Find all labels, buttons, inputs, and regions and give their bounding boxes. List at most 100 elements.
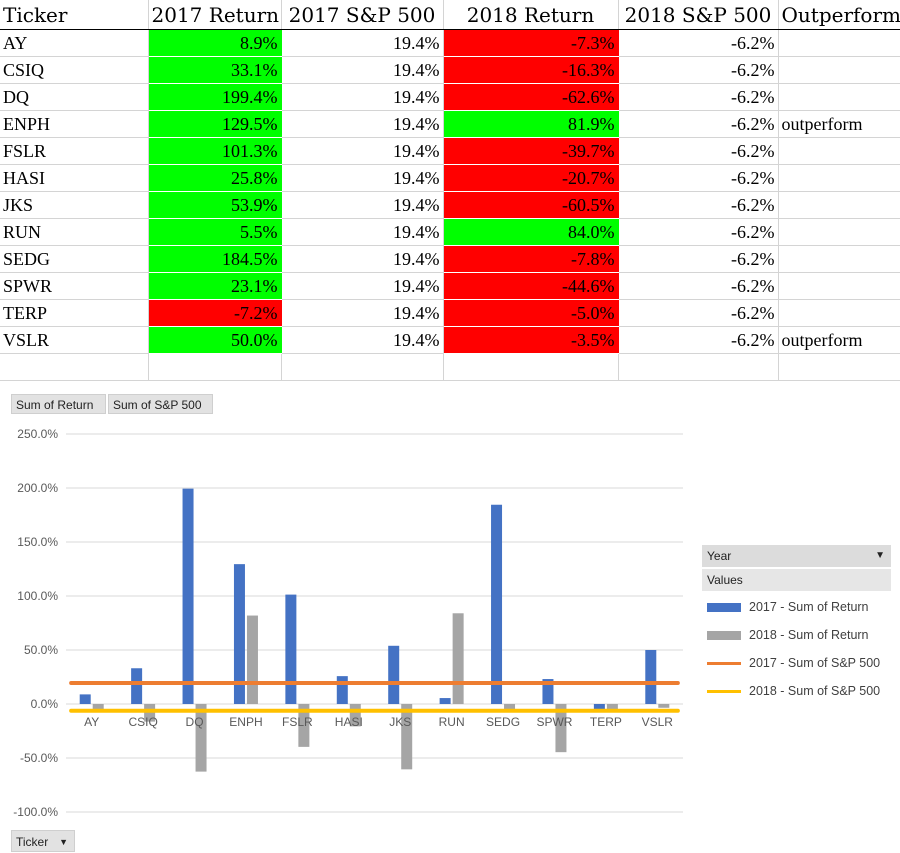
col-header-2018-return[interactable]: 2018 Return [443,0,619,30]
cell-2018-sp500[interactable]: -6.2% [618,164,779,192]
cell-2017-sp500[interactable]: 19.4% [281,245,444,273]
cell-2018-sp500[interactable]: -6.2% [618,272,779,300]
cell-ticker[interactable]: SPWR [0,272,149,300]
cell-2017-return[interactable]: -7.2% [148,299,282,327]
cell-2018-return[interactable]: -20.7% [443,164,619,192]
cell-2018-sp500[interactable]: -6.2% [618,83,779,111]
cell-2018-sp500[interactable]: -6.2% [618,56,779,84]
chevron-down-icon: ▼ [875,550,885,561]
cell-2018-return[interactable]: -7.3% [443,29,619,57]
bar-2017-return [439,698,451,704]
cell-2017-sp500[interactable]: 19.4% [281,326,444,354]
cell-outperform[interactable] [778,56,900,84]
y-tick-label: 100.0% [17,589,58,603]
col-header-2017-return[interactable]: 2017 Return [148,0,282,30]
cell-2018-return[interactable]: -39.7% [443,137,619,165]
cell-2017-sp500[interactable]: 19.4% [281,164,444,192]
cell-2017-return[interactable]: 101.3% [148,137,282,165]
cell-2017-return[interactable]: 53.9% [148,191,282,219]
cell-2018-sp500[interactable]: -6.2% [618,29,779,57]
cell-2017-sp500[interactable]: 19.4% [281,29,444,57]
legend-item: 2018 - Sum of Return [702,621,891,649]
cell-2018-return[interactable]: 81.9% [443,110,619,138]
cell-outperform[interactable] [778,245,900,273]
cell-2017-sp500[interactable]: 19.4% [281,137,444,165]
cell-2018-return[interactable]: -60.5% [443,191,619,219]
cell-2018-return[interactable]: 84.0% [443,218,619,246]
cell-ticker[interactable]: AY [0,29,149,57]
cell-2017-sp500[interactable]: 19.4% [281,110,444,138]
pivot-field-sum-of-return[interactable]: Sum of Return [11,394,106,414]
table-row: AY 8.9% 19.4% -7.3% -6.2% [0,29,900,57]
legend-field-year[interactable]: Year ▼ [702,545,891,567]
empty-cell[interactable] [778,353,900,381]
cell-2018-sp500[interactable]: -6.2% [618,326,779,354]
cell-2018-sp500[interactable]: -6.2% [618,110,779,138]
pivot-axis-field-ticker[interactable]: Ticker ▼ [11,830,75,852]
cell-ticker[interactable]: JKS [0,191,149,219]
table-row: VSLR 50.0% 19.4% -3.5% -6.2% outperform [0,326,900,354]
legend-item: 2018 - Sum of S&P 500 [702,677,891,705]
cell-outperform[interactable] [778,218,900,246]
cell-2017-sp500[interactable]: 19.4% [281,272,444,300]
cell-outperform[interactable] [778,191,900,219]
cell-ticker[interactable]: SEDG [0,245,149,273]
cell-2018-return[interactable]: -7.8% [443,245,619,273]
cell-2017-return[interactable]: 184.5% [148,245,282,273]
cell-2017-return[interactable]: 25.8% [148,164,282,192]
cell-2018-return[interactable]: -44.6% [443,272,619,300]
cell-ticker[interactable]: VSLR [0,326,149,354]
cell-2017-return[interactable]: 50.0% [148,326,282,354]
cell-ticker[interactable]: FSLR [0,137,149,165]
empty-cell[interactable] [618,353,779,381]
cell-2017-return[interactable]: 199.4% [148,83,282,111]
cell-2018-return[interactable]: -16.3% [443,56,619,84]
cell-2017-return[interactable]: 33.1% [148,56,282,84]
cell-outperform[interactable] [778,29,900,57]
cell-ticker[interactable]: HASI [0,164,149,192]
cell-2018-sp500[interactable]: -6.2% [618,137,779,165]
cell-2018-sp500[interactable]: -6.2% [618,299,779,327]
cell-2018-return[interactable]: -5.0% [443,299,619,327]
col-header-2017-sp500[interactable]: 2017 S&P 500 [281,0,444,30]
cell-2017-sp500[interactable]: 19.4% [281,218,444,246]
empty-cell[interactable] [148,353,282,381]
cell-ticker[interactable]: RUN [0,218,149,246]
cell-ticker[interactable]: ENPH [0,110,149,138]
cell-ticker[interactable]: TERP [0,299,149,327]
cell-2017-sp500[interactable]: 19.4% [281,83,444,111]
cell-outperform[interactable]: outperform [778,110,900,138]
cell-2018-return[interactable]: -62.6% [443,83,619,111]
cell-outperform[interactable] [778,299,900,327]
cell-outperform[interactable] [778,272,900,300]
cell-2017-return[interactable]: 8.9% [148,29,282,57]
cell-outperform[interactable] [778,83,900,111]
table-row: JKS 53.9% 19.4% -60.5% -6.2% [0,191,900,219]
cell-ticker[interactable]: DQ [0,83,149,111]
returns-table: Ticker 2017 Return 2017 S&P 500 2018 Ret… [0,0,900,381]
x-tick-label: JKS [389,715,411,729]
cell-outperform[interactable] [778,164,900,192]
empty-cell[interactable] [0,353,149,381]
cell-outperform[interactable] [778,137,900,165]
cell-2017-return[interactable]: 129.5% [148,110,282,138]
y-tick-label: 200.0% [17,481,58,495]
cell-2017-sp500[interactable]: 19.4% [281,56,444,84]
empty-cell[interactable] [443,353,619,381]
bar-2018-return [606,704,618,710]
empty-cell[interactable] [281,353,444,381]
cell-2018-sp500[interactable]: -6.2% [618,218,779,246]
cell-2017-return[interactable]: 23.1% [148,272,282,300]
cell-2017-return[interactable]: 5.5% [148,218,282,246]
col-header-2018-sp500[interactable]: 2018 S&P 500 [618,0,779,30]
cell-2018-sp500[interactable]: -6.2% [618,191,779,219]
col-header-ticker[interactable]: Ticker [0,0,149,30]
col-header-outperform[interactable]: Outperform [778,0,900,30]
cell-outperform[interactable]: outperform [778,326,900,354]
cell-2017-sp500[interactable]: 19.4% [281,299,444,327]
cell-ticker[interactable]: CSIQ [0,56,149,84]
cell-2018-sp500[interactable]: -6.2% [618,245,779,273]
cell-2018-return[interactable]: -3.5% [443,326,619,354]
cell-2017-sp500[interactable]: 19.4% [281,191,444,219]
pivot-field-sum-of-sp500[interactable]: Sum of S&P 500 [108,394,213,414]
